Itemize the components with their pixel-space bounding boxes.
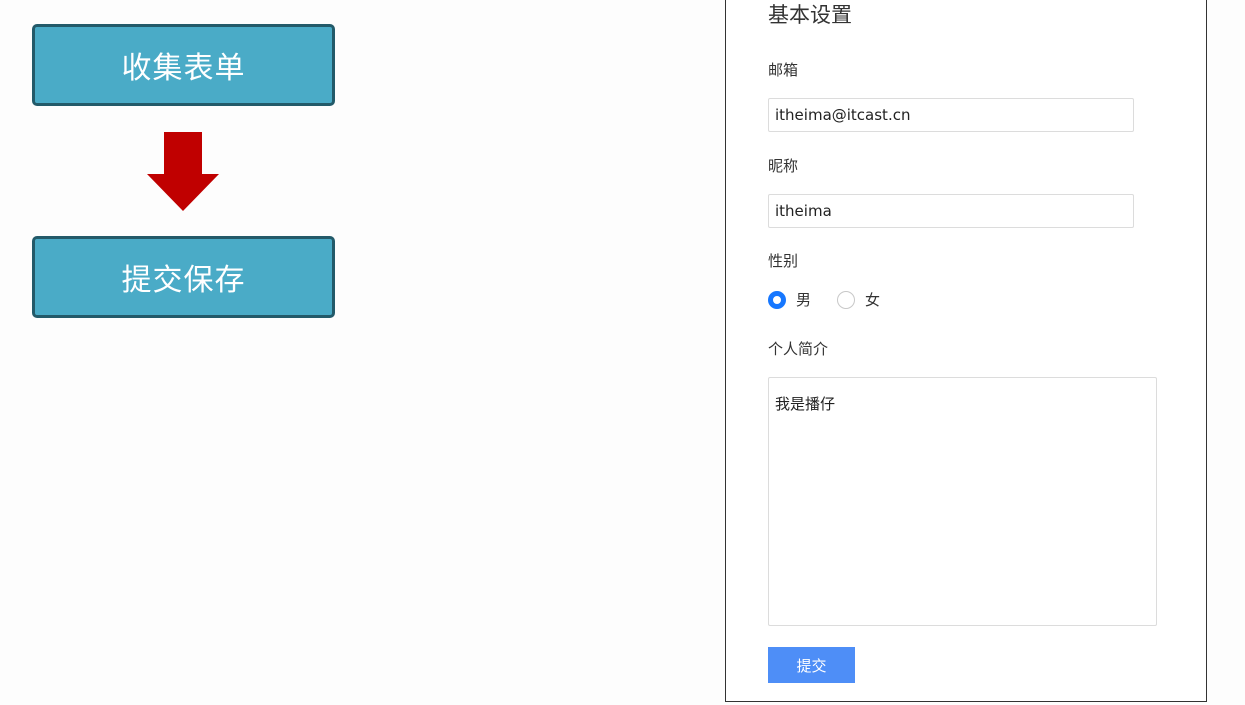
email-field[interactable] <box>768 98 1134 132</box>
flow-step-submit-save: 提交保存 <box>32 236 335 318</box>
flow-step-label: 收集表单 <box>121 51 246 86</box>
gender-label: 性别 <box>768 252 799 270</box>
gender-radio-group: 男 女 <box>768 289 880 310</box>
bio-label: 个人简介 <box>768 340 829 358</box>
radio-unchecked-icon[interactable] <box>837 290 856 309</box>
settings-panel: 基本设置 邮箱 昵称 性别 男 女 个人简介 我是播仔 提交 <box>725 0 1207 702</box>
radio-label: 女 <box>865 291 881 309</box>
gender-option-female[interactable]: 女 <box>837 289 880 310</box>
email-label: 邮箱 <box>768 61 799 79</box>
radio-label: 男 <box>796 291 812 309</box>
nickname-label: 昵称 <box>768 157 799 175</box>
down-arrow-icon <box>147 132 219 211</box>
flow-step-label: 提交保存 <box>121 263 246 298</box>
flow-step-collect-form: 收集表单 <box>32 24 335 106</box>
bio-textarea[interactable]: 我是播仔 <box>768 377 1157 626</box>
panel-title: 基本设置 <box>768 3 852 27</box>
gender-option-male[interactable]: 男 <box>768 289 811 310</box>
submit-button[interactable]: 提交 <box>768 647 855 683</box>
radio-checked-icon[interactable] <box>768 290 786 309</box>
nickname-field[interactable] <box>768 194 1134 228</box>
